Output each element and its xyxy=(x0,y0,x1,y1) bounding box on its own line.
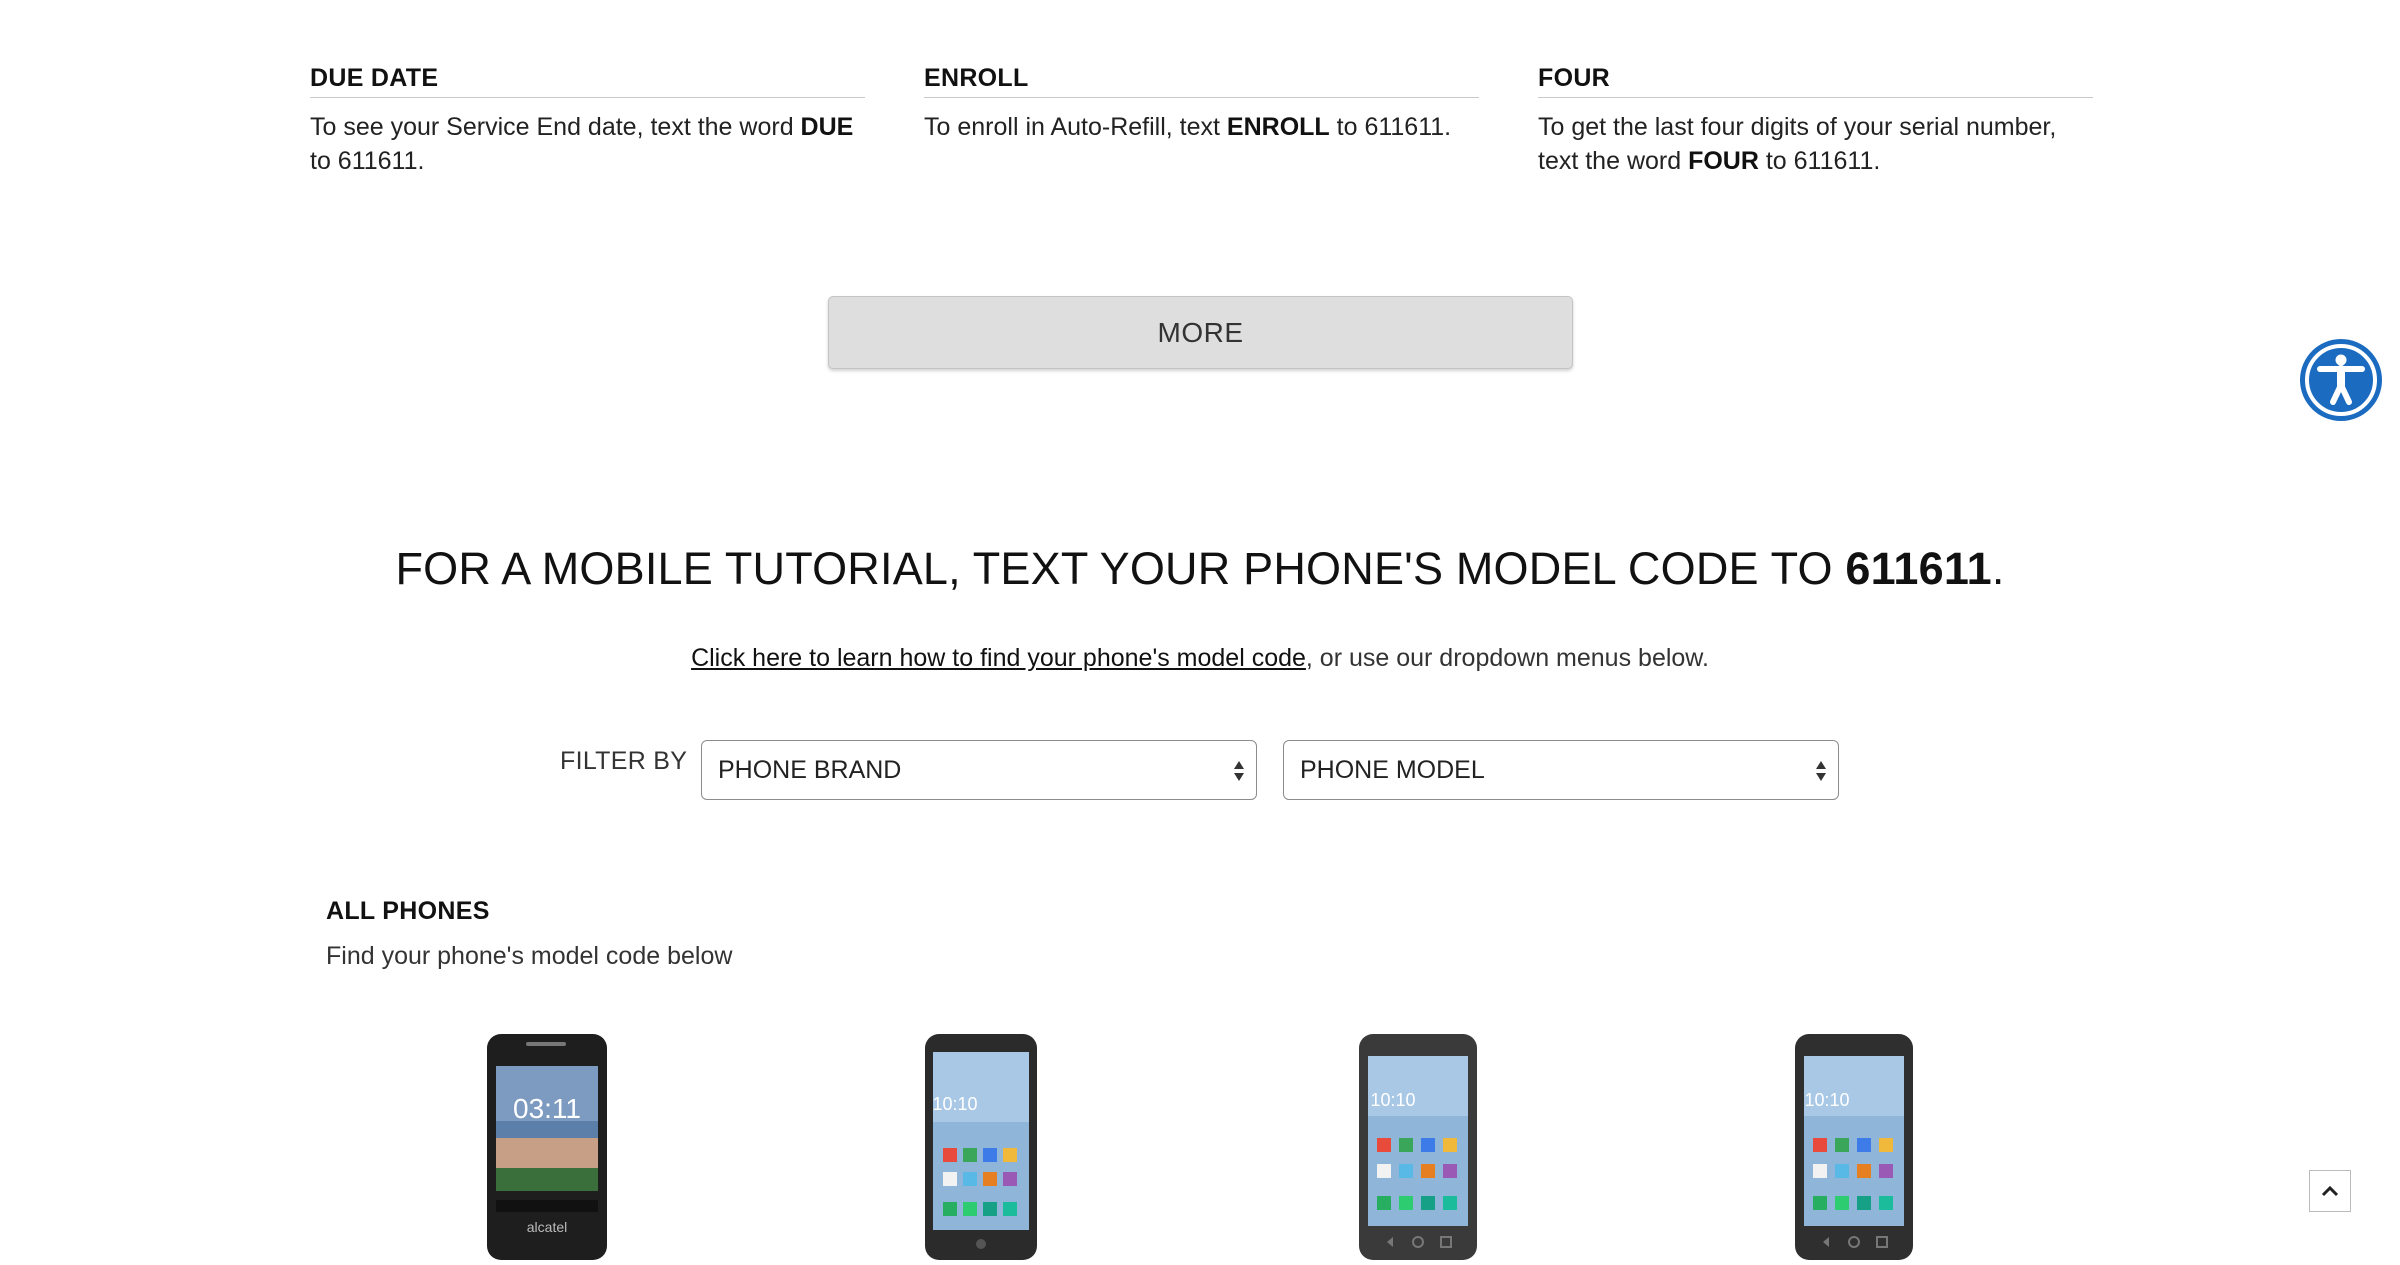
phone-screen-time: 10:10 xyxy=(1370,1090,1415,1110)
updown-arrows-icon xyxy=(1234,761,1244,781)
info-column-four: FOUR To get the last four digits of your… xyxy=(1538,64,2093,178)
info-column-enroll: ENROLL To enroll in Auto-Refill, text EN… xyxy=(924,64,1479,144)
all-phones-subheading: Find your phone's model code below xyxy=(326,942,733,970)
phone-image: 10:10 xyxy=(1795,1034,1913,1260)
phone-screen-time: 10:10 xyxy=(932,1094,977,1114)
phone-card[interactable]: 03:11 alcatel xyxy=(482,1030,612,1260)
info-column-title: ENROLL xyxy=(924,64,1479,98)
phone-image: 03:11 alcatel xyxy=(487,1034,607,1260)
help-line: Click here to learn how to find your pho… xyxy=(691,644,1709,672)
phone-card[interactable]: 10:10 xyxy=(1353,1030,1483,1260)
phone-model-value: PHONE MODEL xyxy=(1300,755,1485,784)
info-column-text: To enroll in Auto-Refill, text ENROLL to… xyxy=(924,113,1452,141)
accessibility-button[interactable] xyxy=(2300,339,2382,421)
filter-label: FILTER BY xyxy=(560,747,688,775)
info-column-text: To get the last four digits of your seri… xyxy=(1538,113,2057,175)
updown-arrows-icon xyxy=(1816,761,1826,781)
phone-card[interactable]: 10:10 xyxy=(1789,1030,1919,1260)
model-code-help-link[interactable]: Click here to learn how to find your pho… xyxy=(691,644,1306,672)
more-button[interactable]: MORE xyxy=(828,296,1573,369)
chevron-up-icon xyxy=(2321,1185,2339,1197)
phone-brand-select[interactable]: PHONE BRAND xyxy=(701,740,1257,800)
phone-brand-value: PHONE BRAND xyxy=(718,755,902,784)
phone-brand-text: alcatel xyxy=(527,1219,567,1235)
phone-model-select[interactable]: PHONE MODEL xyxy=(1283,740,1839,800)
info-column-title: FOUR xyxy=(1538,64,2093,98)
info-column-title: DUE DATE xyxy=(310,64,865,98)
phone-card[interactable]: 10:10 xyxy=(917,1030,1047,1260)
info-column-text: To see your Service End date, text the w… xyxy=(310,113,854,175)
phone-screen-time: 10:10 xyxy=(1804,1090,1849,1110)
phone-image: 10:10 xyxy=(1359,1034,1477,1260)
tutorial-title: FOR A MOBILE TUTORIAL, TEXT YOUR PHONE'S… xyxy=(395,543,2005,594)
phone-screen-time: 03:11 xyxy=(513,1093,581,1124)
scroll-to-top-button[interactable] xyxy=(2309,1170,2351,1212)
phone-image: 10:10 xyxy=(925,1034,1037,1260)
all-phones-heading: ALL PHONES xyxy=(326,897,490,925)
accessibility-person-icon xyxy=(2305,344,2377,416)
info-column-due-date: DUE DATE To see your Service End date, t… xyxy=(310,64,865,178)
